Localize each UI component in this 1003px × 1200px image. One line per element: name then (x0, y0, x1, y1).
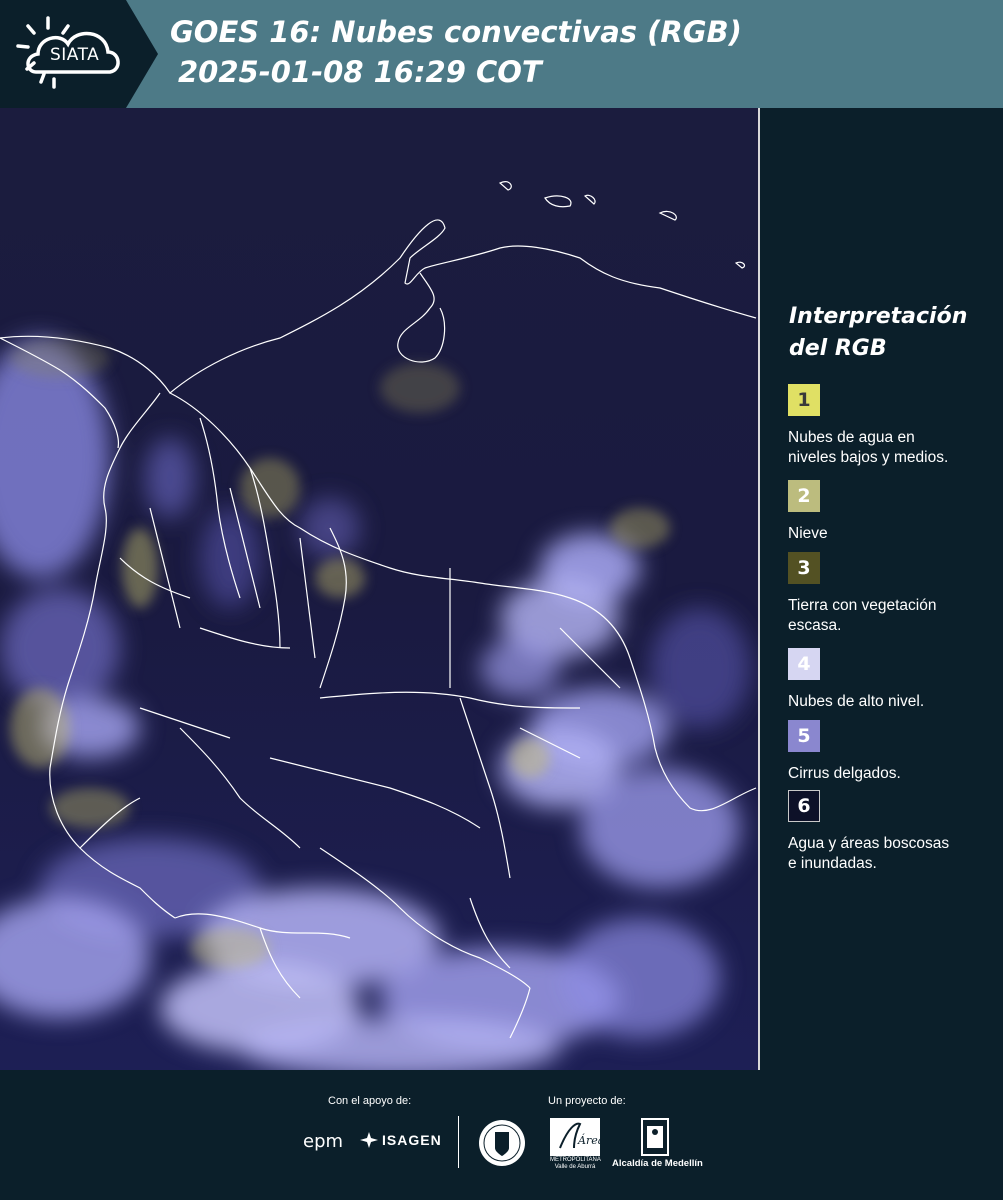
legend-title-line1: Interpretación (789, 304, 968, 329)
page-timestamp: 2025-01-08 16:29 COT (178, 55, 542, 89)
project-label: Un proyecto de: (548, 1095, 626, 1107)
header-bar: SIATA GOES 16: Nubes convectivas (RGB) 2… (0, 0, 1003, 108)
legend-swatch-3: 3 (788, 552, 820, 584)
legend-label-6-line2: e inundadas. (788, 855, 877, 872)
alcaldia-text: Alcaldía de Medellín (612, 1158, 703, 1169)
legend-label-6: Agua y áreas boscosas e inundadas. (788, 834, 988, 874)
footer: Con el apoyo de: Un proyecto de: epm ISA… (0, 1070, 1003, 1200)
amva-wordmark: Área (577, 1133, 600, 1147)
legend-item-2: 2 Nieve (788, 480, 988, 544)
siata-logo: SIATA (0, 0, 158, 108)
logo-text: SIATA (50, 45, 100, 65)
epm-logo: epm (303, 1131, 344, 1152)
amva-sub1: METROPOLITANA (550, 1157, 601, 1163)
legend-label-2: Nieve (788, 524, 988, 544)
footer-divider (458, 1116, 459, 1168)
legend-label-4: Nubes de alto nivel. (788, 692, 988, 712)
isagen-text: ISAGEN (382, 1132, 442, 1148)
legend-label-6-line1: Agua y áreas boscosas (788, 835, 950, 852)
satellite-map[interactable] (0, 108, 760, 1070)
legend-swatch-6: 6 (788, 790, 820, 822)
legend-label-3: Tierra con vegetación escasa. (788, 596, 988, 636)
amva-subtitle: METROPOLITANA Valle de Aburrá (550, 1157, 601, 1171)
legend-swatch-1: 1 (788, 384, 820, 416)
legend-panel: Interpretación del RGB 1 Nubes de agua e… (760, 108, 1003, 1070)
legend-label-5: Cirrus delgados. (788, 764, 988, 784)
legend-item-5: 5 Cirrus delgados. (788, 720, 988, 784)
legend-label-3-line2: escasa. (788, 617, 842, 634)
legend-item-6: 6 Agua y áreas boscosas e inundadas. (788, 790, 988, 874)
legend-label-1-line2: niveles bajos y medios. (788, 449, 949, 466)
legend-item-3: 3 Tierra con vegetación escasa. (788, 552, 988, 636)
area-metropolitana-icon: Área (550, 1118, 600, 1156)
legend-swatch-4: 4 (788, 648, 820, 680)
legend-label-1: Nubes de agua en niveles bajos y medios. (788, 428, 988, 468)
isagen-logo: ISAGEN (360, 1132, 442, 1148)
satellite-image (0, 108, 758, 1070)
alcaldia-shield-icon (641, 1118, 669, 1156)
isagen-icon (360, 1132, 378, 1148)
legend-swatch-5: 5 (788, 720, 820, 752)
legend-swatch-2: 2 (788, 480, 820, 512)
legend-item-1: 1 Nubes de agua en niveles bajos y medio… (788, 384, 988, 468)
legend-label-2-line1: Nieve (788, 525, 828, 542)
legend-label-5-line1: Cirrus delgados. (788, 765, 901, 782)
amva-sub2: Valle de Aburrá (554, 1164, 596, 1170)
legend-label-4-line1: Nubes de alto nivel. (788, 693, 925, 710)
medellin-seal-icon (479, 1120, 525, 1166)
page-title: GOES 16: Nubes convectivas (RGB) (170, 15, 742, 49)
legend-item-4: 4 Nubes de alto nivel. (788, 648, 988, 712)
legend-label-1-line1: Nubes de agua en (788, 429, 915, 446)
legend-label-3-line1: Tierra con vegetación (788, 597, 937, 614)
support-label: Con el apoyo de: (328, 1095, 412, 1107)
legend-title-line2: del RGB (789, 336, 887, 361)
legend-title: Interpretación del RGB (789, 301, 989, 365)
